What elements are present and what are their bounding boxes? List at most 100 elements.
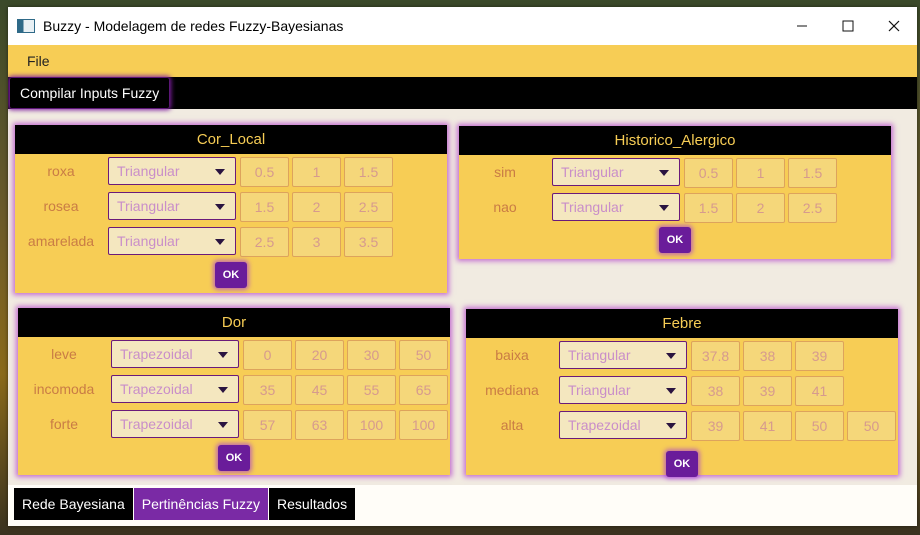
fuzzy-set-row: incomoda Trapezoidal 35 45 55 65 [18,374,450,405]
param-input[interactable]: 1.5 [240,192,289,222]
membership-type-select[interactable]: Triangular [108,227,236,255]
menu-file[interactable]: File [27,53,50,69]
maximize-icon [842,20,854,32]
membership-type-select[interactable]: Triangular [552,193,680,221]
membership-type-select[interactable]: Triangular [559,376,687,404]
param-input[interactable]: 2 [736,193,785,223]
chevron-down-icon [215,239,225,245]
ok-button[interactable]: OK [218,445,250,471]
fuzzy-set-row: sim Triangular 0.5 1 1.5 [459,157,891,188]
membership-type-select[interactable]: Triangular [108,192,236,220]
membership-type-value: Triangular [117,163,180,179]
fuzzy-set-row: roxa Triangular 0.5 1 1.5 [15,156,447,187]
fuzzy-set-label: roxa [47,163,75,179]
param-input[interactable]: 0 [243,340,292,370]
membership-type-value: Trapezoidal [120,346,193,362]
tab-pertinencias-fuzzy[interactable]: Pertinências Fuzzy [133,488,269,520]
param-input[interactable]: 30 [347,340,396,370]
fuzzy-set-label: alta [500,417,524,433]
close-icon [888,20,900,32]
panel-historico-alergico: Historico_Alergico sim Triangular 0.5 1 … [459,126,891,259]
app-window: Buzzy - Modelagem de redes Fuzzy-Bayesia… [8,7,917,526]
maximize-button[interactable] [825,7,871,45]
fuzzy-set-label: mediana [485,382,539,398]
membership-type-select[interactable]: Triangular [552,158,680,186]
fuzzy-set-row: alta Trapezoidal 39 41 50 50 [466,410,898,441]
param-input[interactable]: 1 [292,157,341,187]
membership-type-select[interactable]: Trapezoidal [111,375,239,403]
membership-type-value: Trapezoidal [120,381,193,397]
param-input[interactable]: 35 [243,375,292,405]
membership-type-select[interactable]: Trapezoidal [559,411,687,439]
chevron-down-icon [659,205,669,211]
param-input[interactable]: 3 [292,227,341,257]
chevron-down-icon [666,423,676,429]
fuzzy-set-row: forte Trapezoidal 57 63 100 100 [18,409,450,440]
ok-button[interactable]: OK [659,227,691,253]
fuzzy-set-row: baixa Triangular 37.8 38 39 [466,340,898,371]
param-input[interactable]: 2 [292,192,341,222]
chevron-down-icon [659,170,669,176]
tab-rede-bayesiana[interactable]: Rede Bayesiana [14,488,133,520]
param-input[interactable]: 2.5 [344,192,393,222]
membership-type-select[interactable]: Trapezoidal [111,410,239,438]
param-input[interactable]: 100 [347,410,396,440]
param-input[interactable]: 50 [847,411,896,441]
window-controls [779,7,917,45]
minimize-button[interactable] [779,7,825,45]
param-input[interactable]: 3.5 [344,227,393,257]
param-input[interactable]: 100 [399,410,448,440]
param-input[interactable]: 65 [399,375,448,405]
membership-type-value: Triangular [561,199,624,215]
panel-cor-local: Cor_Local roxa Triangular 0.5 1 1.5 rose… [15,125,447,293]
ok-button[interactable]: OK [666,451,698,477]
param-input[interactable]: 37.8 [691,341,740,371]
param-input[interactable]: 1.5 [788,158,837,188]
param-input[interactable]: 38 [743,341,792,371]
compile-inputs-button[interactable]: Compilar Inputs Fuzzy [10,78,170,108]
param-input[interactable]: 38 [691,376,740,406]
membership-type-select[interactable]: Triangular [559,341,687,369]
param-input[interactable]: 20 [295,340,344,370]
param-input[interactable]: 55 [347,375,396,405]
chevron-down-icon [666,353,676,359]
param-input[interactable]: 39 [743,376,792,406]
param-input[interactable]: 1 [736,158,785,188]
membership-type-value: Triangular [117,198,180,214]
close-button[interactable] [871,7,917,45]
param-input[interactable]: 41 [743,411,792,441]
ok-button[interactable]: OK [215,262,247,288]
membership-type-select[interactable]: Triangular [108,157,236,185]
param-input[interactable]: 1.5 [344,157,393,187]
param-input[interactable]: 2.5 [240,227,289,257]
fuzzy-set-row: rosea Triangular 1.5 2 2.5 [15,191,447,222]
chevron-down-icon [218,387,228,393]
membership-type-select[interactable]: Trapezoidal [111,340,239,368]
param-input[interactable]: 41 [795,376,844,406]
param-input[interactable]: 63 [295,410,344,440]
param-input[interactable]: 50 [795,411,844,441]
membership-type-value: Triangular [561,164,624,180]
param-input[interactable]: 1.5 [684,193,733,223]
param-input[interactable]: 57 [243,410,292,440]
chevron-down-icon [218,422,228,428]
param-input[interactable]: 0.5 [684,158,733,188]
chevron-down-icon [215,169,225,175]
fuzzy-set-label: incomoda [33,381,95,397]
param-input[interactable]: 39 [795,341,844,371]
fuzzy-set-label: nao [493,199,517,215]
param-input[interactable]: 39 [691,411,740,441]
param-input[interactable]: 2.5 [788,193,837,223]
param-input[interactable]: 50 [399,340,448,370]
fuzzy-set-label: rosea [43,198,79,214]
fuzzy-set-label: forte [49,416,78,432]
membership-type-value: Triangular [568,347,631,363]
chevron-down-icon [218,352,228,358]
membership-type-value: Trapezoidal [120,416,193,432]
param-input[interactable]: 45 [295,375,344,405]
fuzzy-set-label: sim [494,164,516,180]
param-input[interactable]: 0.5 [240,157,289,187]
tab-resultados[interactable]: Resultados [269,488,356,520]
membership-type-value: Trapezoidal [568,417,641,433]
panel-dor: Dor leve Trapezoidal 0 20 30 50 incomoda… [18,308,450,475]
